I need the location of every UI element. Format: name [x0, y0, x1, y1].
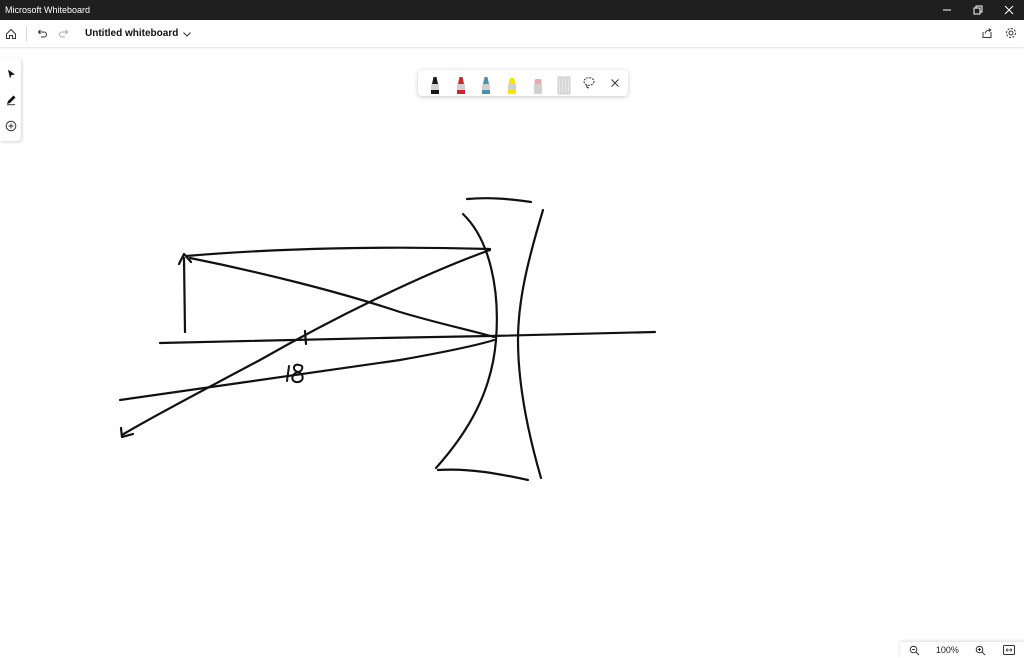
blue-pen-icon [482, 77, 491, 94]
add-circle-icon [5, 120, 16, 132]
ray-center-stroke [188, 256, 496, 339]
close-icon [611, 79, 619, 87]
board-title: Untitled whiteboard [85, 28, 179, 39]
add-content-button[interactable] [1, 113, 21, 139]
black-pen-button[interactable] [422, 70, 448, 96]
zoom-out-icon [909, 645, 920, 655]
ray-parallel-stroke [184, 246, 492, 258]
fit-screen-icon [1003, 645, 1016, 655]
ray-diverging-stroke [120, 248, 492, 437]
gear-icon [1006, 28, 1016, 38]
toolbar-divider [26, 26, 27, 41]
lens-left-surface [434, 212, 498, 470]
close-window-button[interactable] [993, 0, 1024, 20]
red-pen-button[interactable] [448, 70, 474, 96]
appbar-right [976, 22, 1022, 44]
restore-icon [973, 5, 982, 15]
left-toolbar [0, 58, 21, 141]
ruler-icon [557, 76, 571, 95]
blue-pen-button[interactable] [474, 70, 500, 96]
highlighter-button[interactable] [499, 70, 525, 96]
diverging-ray-arrowhead [119, 426, 135, 439]
zoom-bar: 100% [900, 642, 1024, 658]
lasso-select-button[interactable] [577, 70, 603, 96]
settings-button[interactable] [1000, 22, 1022, 44]
undo-button[interactable] [31, 23, 53, 45]
object-arrowhead-stroke [177, 252, 193, 266]
home-button[interactable] [0, 23, 22, 45]
optical-axis-stroke [158, 330, 657, 345]
minimize-button[interactable] [931, 0, 962, 20]
board-title-menu[interactable]: Untitled whiteboard [85, 28, 192, 39]
title-bar: Microsoft Whiteboard [0, 0, 1024, 20]
ray-lower-stroke [118, 338, 496, 402]
highlighter-icon [508, 78, 517, 94]
lens-right-surface [516, 208, 545, 480]
redo-icon [59, 29, 69, 37]
select-tool-button[interactable] [1, 61, 21, 87]
red-pen-icon [456, 77, 465, 94]
zoom-in-icon [975, 645, 985, 655]
close-tray-button[interactable] [602, 70, 628, 96]
share-button[interactable] [976, 22, 998, 44]
eraser-icon [533, 79, 542, 94]
minimize-icon [942, 9, 951, 11]
handwritten-annotation [286, 363, 304, 384]
chevron-down-icon [183, 31, 192, 37]
focal-point-tick [303, 329, 308, 346]
lasso-icon [583, 77, 595, 89]
window-title: Microsoft Whiteboard [5, 5, 91, 15]
ruler-button[interactable] [551, 70, 577, 96]
inking-tool-button[interactable] [1, 87, 21, 113]
restore-button[interactable] [962, 0, 993, 20]
pen-tray [418, 70, 628, 96]
object-arrow-stroke [182, 256, 187, 334]
eraser-button[interactable] [525, 70, 551, 96]
redo-button[interactable] [53, 23, 75, 45]
close-icon [1004, 5, 1013, 15]
pen-icon [6, 95, 15, 106]
share-icon [982, 28, 992, 38]
cursor-icon [7, 69, 15, 79]
zoom-out-button[interactable] [907, 642, 923, 658]
lens-top-edge [465, 197, 533, 204]
window-controls [931, 0, 1024, 20]
zoom-level: 100% [935, 645, 959, 655]
zoom-in-button[interactable] [972, 642, 988, 658]
whiteboard-canvas[interactable]: 18 [0, 0, 1024, 658]
lens-bottom-edge [436, 468, 530, 482]
home-icon [6, 28, 16, 39]
app-bar: Untitled whiteboard [0, 20, 1024, 47]
black-pen-icon [430, 77, 439, 94]
fit-to-screen-button[interactable] [1001, 642, 1017, 658]
undo-icon [37, 29, 47, 37]
